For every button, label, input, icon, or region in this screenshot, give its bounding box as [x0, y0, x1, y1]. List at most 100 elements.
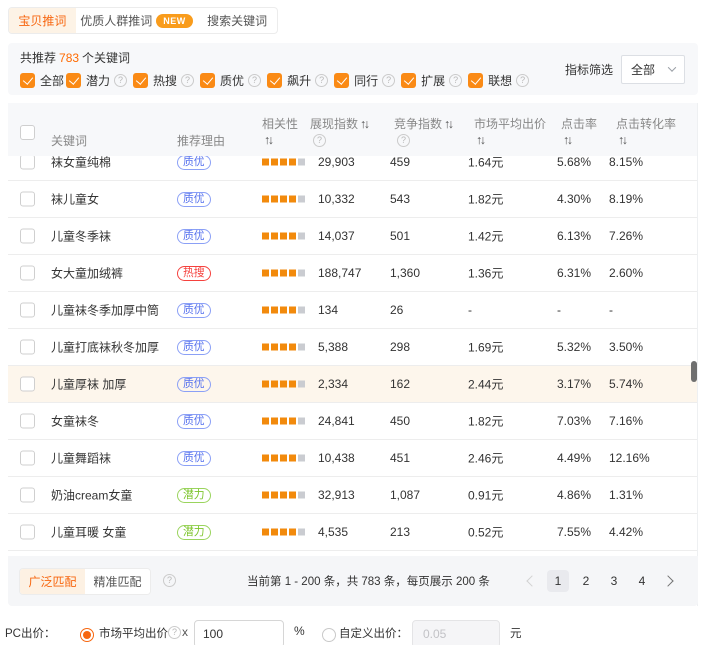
table-row[interactable]: 儿童厚袜 加厚质优2,3341622.44元3.17%5.74%: [8, 366, 698, 403]
custom-bid-option-label[interactable]: 自定义出价：: [339, 625, 408, 641]
row-checkbox[interactable]: [20, 229, 35, 244]
filter-item-联想[interactable]: 联想?: [468, 72, 529, 89]
summary-prefix: 共推荐: [20, 51, 56, 65]
tab-1[interactable]: 宝贝推词: [9, 8, 76, 33]
relevance-block-on: [262, 307, 269, 314]
table-row[interactable]: 女童袜冬质优24,8414501.82元7.03%7.16%: [8, 403, 698, 440]
reason-badge: 质优: [177, 192, 211, 207]
column-header-avg-bid[interactable]: 市场平均出价 ↑↓: [474, 116, 546, 148]
help-icon[interactable]: ?: [382, 74, 395, 87]
help-icon[interactable]: ?: [397, 134, 410, 147]
table-row[interactable]: 奶油cream女童潜力32,9131,0870.91元4.86%1.31%: [8, 477, 698, 514]
row-checkbox[interactable]: [20, 266, 35, 281]
cvr-cell: 7.16%: [609, 414, 643, 428]
table-row[interactable]: 儿童打底袜秋冬加厚质优5,3882981.69元5.32%3.50%: [8, 329, 698, 366]
competition-cell: 543: [390, 192, 410, 206]
table-row[interactable]: 袜女童纯棉质优29,9034591.64元5.68%8.15%: [8, 156, 698, 181]
help-icon[interactable]: ?: [516, 74, 529, 87]
checkbox-checked[interactable]: [200, 73, 215, 88]
keyword-cell: 儿童厚袜 加厚: [51, 376, 126, 393]
checkbox-checked[interactable]: [267, 73, 282, 88]
help-icon[interactable]: ?: [181, 74, 194, 87]
reason-badge: 质优: [177, 340, 211, 355]
column-header-cvr[interactable]: 点击转化率 ↑↓: [616, 116, 676, 148]
row-checkbox[interactable]: [20, 303, 35, 318]
custom-bid-input[interactable]: [412, 620, 500, 645]
help-icon[interactable]: ?: [313, 134, 326, 147]
reason-cell: 质优: [177, 228, 211, 244]
competition-cell: 1,360: [390, 266, 420, 280]
reason-badge: 潜力: [177, 525, 211, 540]
help-icon[interactable]: ?: [248, 74, 261, 87]
filter-item-热搜[interactable]: 热搜?: [133, 72, 194, 89]
checkbox-checked[interactable]: [401, 73, 416, 88]
sort-icon[interactable]: ↑↓: [561, 133, 571, 147]
prev-page-button[interactable]: ‹: [519, 570, 541, 592]
sort-icon[interactable]: ↑↓: [442, 117, 452, 131]
filter-item-飙升[interactable]: 飙升?: [267, 72, 328, 89]
help-icon[interactable]: ?: [163, 574, 176, 587]
select-all-checkbox[interactable]: [20, 125, 35, 140]
table-row[interactable]: 儿童舞蹈袜质优10,4384512.46元4.49%12.16%: [8, 440, 698, 477]
sort-icon[interactable]: ↑↓: [474, 133, 484, 147]
avg-bid-cell: 1.69元: [468, 339, 503, 356]
impression-cell: 188,747: [318, 266, 361, 280]
tab-3[interactable]: 搜索关键词: [197, 8, 277, 33]
row-checkbox[interactable]: [20, 414, 35, 429]
relevance-block-on: [271, 492, 278, 499]
table-footer: 广泛匹配精准匹配 ? 当前第 1 - 200 条，共 783 条，每页展示 20…: [8, 556, 698, 606]
column-header-ctr[interactable]: 点击率 ↑↓: [561, 116, 597, 148]
table-row[interactable]: 女大童加绒裤热搜188,7471,3601.36元6.31%2.60%: [8, 255, 698, 292]
page-button-1[interactable]: 1: [547, 570, 569, 592]
avg-bid-radio[interactable]: [80, 628, 94, 642]
row-checkbox[interactable]: [20, 192, 35, 207]
next-page-button[interactable]: ›: [659, 570, 681, 592]
tab-label: 宝贝推词: [18, 12, 66, 29]
sort-icon[interactable]: ↑↓: [358, 117, 368, 131]
sort-icon[interactable]: ↑↓: [262, 133, 272, 147]
table-row[interactable]: 儿童袜冬季加厚中筒质优13426---: [8, 292, 698, 329]
page-button-3[interactable]: 3: [603, 570, 625, 592]
row-checkbox[interactable]: [20, 377, 35, 392]
tab-2[interactable]: 优质人群推词NEW: [76, 8, 198, 33]
sort-icon[interactable]: ↑↓: [616, 133, 626, 147]
competition-cell: 450: [390, 414, 410, 428]
metric-filter-select[interactable]: 全部: [621, 55, 685, 84]
row-checkbox[interactable]: [20, 340, 35, 355]
row-checkbox[interactable]: [20, 156, 35, 170]
table-row[interactable]: 儿童耳暖 女童潜力4,5352130.52元7.55%4.42%: [8, 514, 698, 551]
relevance-block-off: [298, 159, 305, 166]
filter-item-label: 质优: [220, 72, 244, 89]
match-button-1[interactable]: 广泛匹配: [20, 569, 85, 594]
table-row[interactable]: 儿童冬季袜质优14,0375011.42元6.13%7.26%: [8, 218, 698, 255]
filter-item-潜力[interactable]: 潜力?: [66, 72, 127, 89]
filter-item-质优[interactable]: 质优?: [200, 72, 261, 89]
bid-percent-input[interactable]: [194, 620, 284, 645]
custom-bid-radio[interactable]: [322, 628, 336, 642]
checkbox-checked[interactable]: [334, 73, 349, 88]
checkbox-checked[interactable]: [66, 73, 81, 88]
page-button-4[interactable]: 4: [631, 570, 653, 592]
checkbox-checked[interactable]: [468, 73, 483, 88]
help-icon[interactable]: ?: [315, 74, 328, 87]
checkbox-checked[interactable]: [20, 73, 35, 88]
page-button-2[interactable]: 2: [575, 570, 597, 592]
row-checkbox[interactable]: [20, 451, 35, 466]
help-icon[interactable]: ?: [114, 74, 127, 87]
help-icon[interactable]: ?: [449, 74, 462, 87]
match-button-2[interactable]: 精准匹配: [85, 569, 150, 594]
column-header-impression[interactable]: 展现指数↑↓ ?: [310, 116, 368, 148]
filter-item-扩展[interactable]: 扩展?: [401, 72, 462, 89]
column-header-competition[interactable]: 竞争指数↑↓ ?: [394, 116, 452, 148]
table-row[interactable]: 袜儿童女质优10,3325431.82元4.30%8.19%: [8, 181, 698, 218]
relevance-block-on: [271, 455, 278, 462]
checkbox-checked[interactable]: [133, 73, 148, 88]
relevance-cell: [262, 307, 307, 314]
row-checkbox[interactable]: [20, 525, 35, 540]
filter-item-同行[interactable]: 同行?: [334, 72, 395, 89]
avg-bid-option-label[interactable]: 市场平均出价: [99, 625, 168, 641]
column-header-relevance[interactable]: 相关性 ↑↓: [262, 116, 298, 148]
filter-item-全部[interactable]: 全部: [20, 72, 64, 89]
row-checkbox[interactable]: [20, 488, 35, 503]
help-icon[interactable]: ?: [168, 626, 181, 639]
